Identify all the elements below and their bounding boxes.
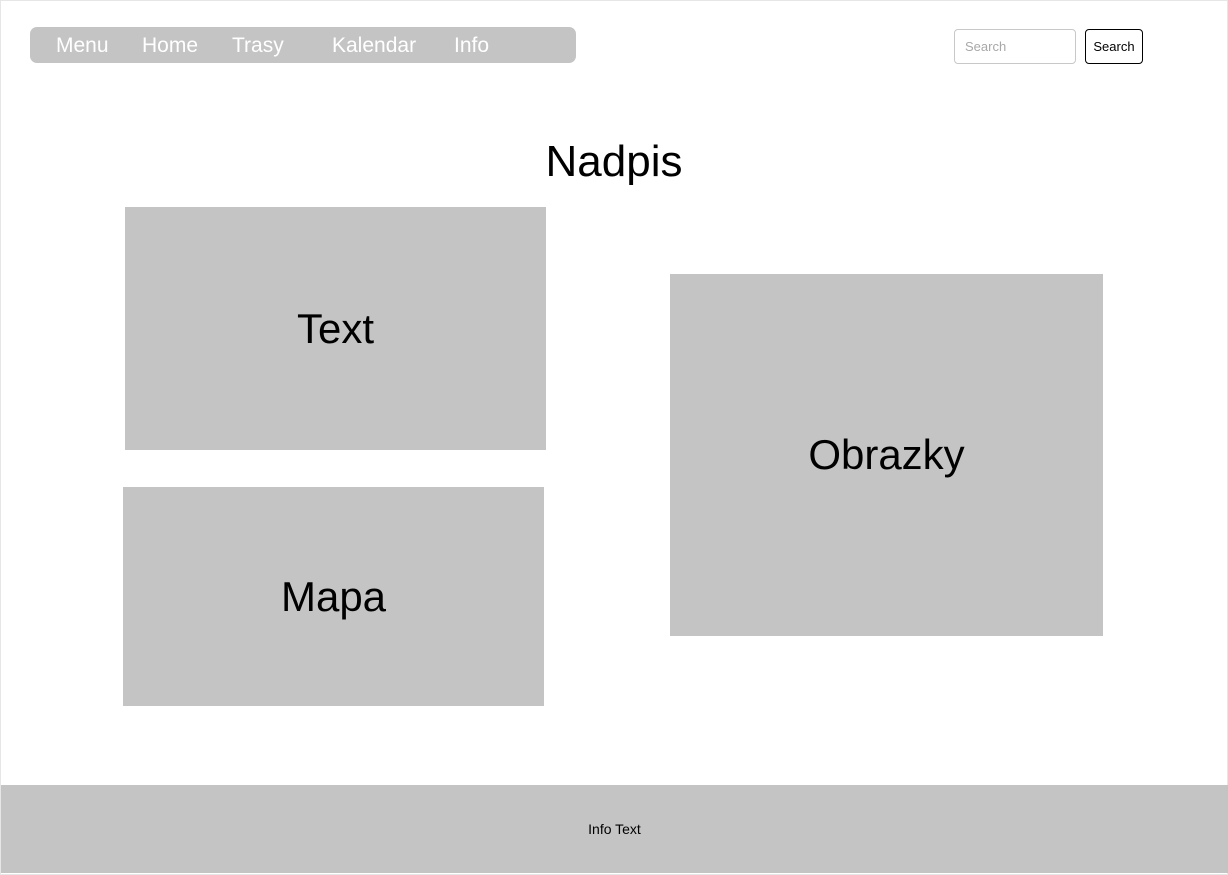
images-panel: Obrazky (670, 274, 1103, 636)
images-panel-label: Obrazky (808, 431, 965, 478)
nav-item-kalendar[interactable]: Kalendar (332, 33, 416, 59)
search-input[interactable] (954, 29, 1076, 64)
nav-item-home[interactable]: Home (142, 33, 198, 59)
footer-info-text: Info Text (588, 821, 641, 837)
nav-item-menu[interactable]: Menu (56, 33, 109, 59)
main-nav-bar: Menu Home Trasy Kalendar Info (30, 27, 576, 63)
search-button[interactable]: Search (1085, 29, 1143, 64)
map-panel: Mapa (123, 487, 544, 706)
text-panel: Text (125, 207, 546, 450)
nav-item-info[interactable]: Info (454, 33, 489, 59)
map-panel-label: Mapa (280, 572, 387, 620)
nav-item-trasy[interactable]: Trasy (232, 33, 284, 59)
page-title: Nadpis (545, 137, 683, 186)
footer: Info Text (1, 785, 1228, 873)
text-panel-label: Text (296, 304, 375, 352)
